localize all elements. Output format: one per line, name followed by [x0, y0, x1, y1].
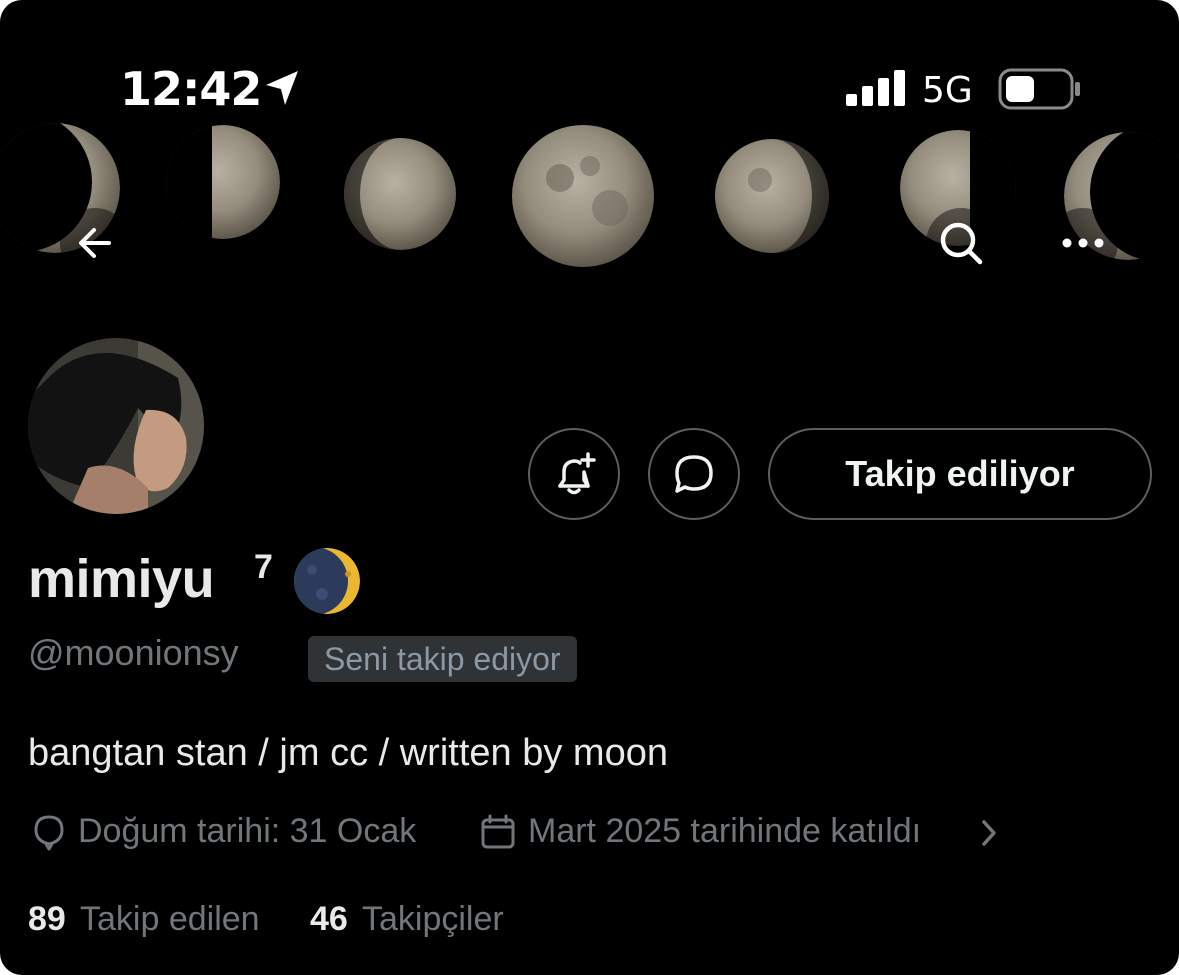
following-count[interactable]: 89 [28, 900, 66, 939]
bio: bangtan stan / jm cc / written by moon [28, 732, 668, 774]
signal-icon [846, 70, 905, 106]
message-bubble-icon [675, 455, 713, 493]
network-label: 5G [922, 70, 973, 111]
avatar-photo [28, 338, 204, 514]
display-name-superscript: 7 [254, 548, 273, 586]
calendar-icon [481, 814, 515, 849]
display-name: mimiyu [28, 549, 215, 609]
chevron-right-icon[interactable] [978, 818, 1000, 848]
battery-icon [998, 68, 1080, 110]
search-button[interactable] [926, 208, 996, 278]
birthday-text: Doğum tarihi: 31 Ocak [78, 812, 417, 850]
profile-banner [0, 123, 1179, 267]
arrow-left-icon [79, 228, 111, 258]
profile-screen: 12:42 5G Takip ediliyor mimiyu 7 @moonio… [0, 0, 1179, 975]
more-options-button[interactable] [1048, 208, 1118, 278]
search-icon [940, 222, 983, 265]
joined-date-text[interactable]: Mart 2025 tarihinde katıldı [528, 812, 921, 851]
balloon-icon [34, 815, 64, 851]
following-label[interactable]: Takip edilen [80, 900, 260, 939]
back-button[interactable] [60, 208, 130, 278]
avatar[interactable] [24, 334, 208, 518]
crescent-moon-emoji [294, 548, 360, 614]
followers-label[interactable]: Takipçiler [362, 900, 504, 939]
bell-plus-icon [558, 452, 596, 495]
more-horizontal-icon [1062, 238, 1104, 248]
notify-button[interactable] [528, 428, 620, 520]
message-button[interactable] [648, 428, 740, 520]
follows-you-badge: Seni takip ediyor [308, 636, 577, 682]
status-time: 12:42 [120, 62, 262, 116]
user-handle: @moonionsy [28, 632, 239, 673]
location-arrow-icon [266, 71, 298, 105]
following-button[interactable]: Takip ediliyor [768, 428, 1152, 520]
followers-count[interactable]: 46 [310, 900, 348, 939]
